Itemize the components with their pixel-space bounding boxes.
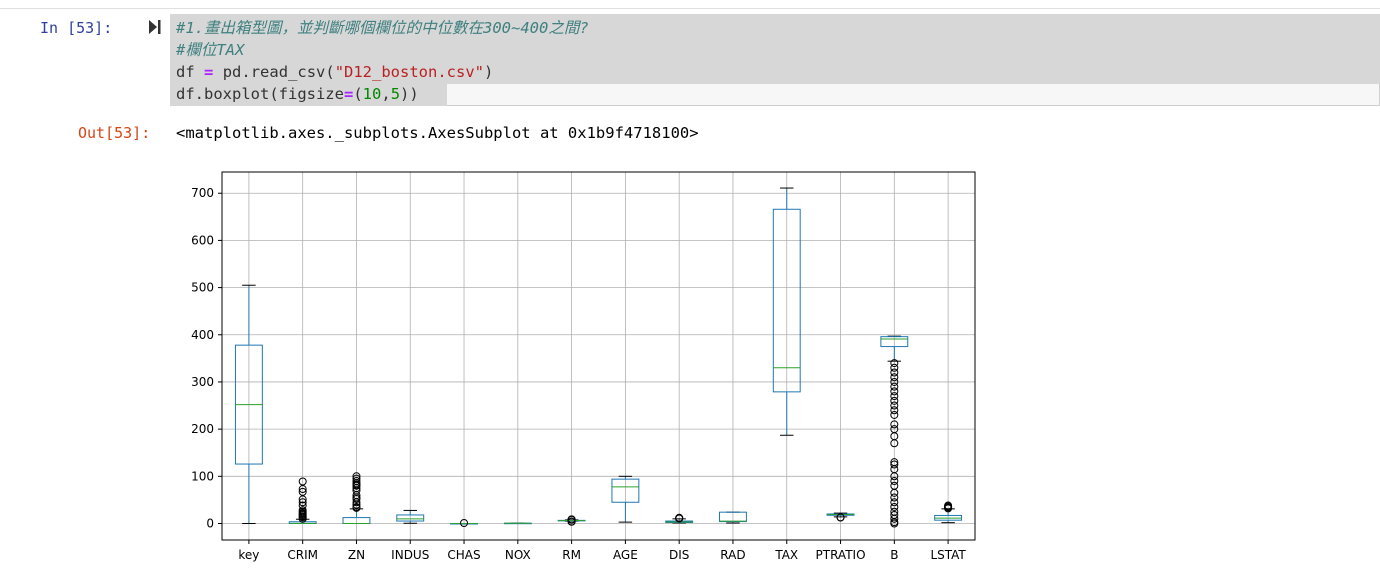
cell-top-border [0, 8, 1380, 9]
x-tick-label: LSTAT [930, 548, 966, 562]
x-tick-label: RAD [720, 548, 745, 562]
code-line-comment-2: #欄位TAX [176, 41, 245, 59]
output-prompt: Out[53]: [78, 124, 151, 142]
y-tick-label: 200 [191, 422, 214, 436]
y-tick-label: 500 [191, 281, 214, 295]
run-cell-icon[interactable] [148, 19, 162, 35]
x-tick-label: AGE [613, 548, 638, 562]
y-tick-label: 0 [206, 516, 214, 530]
x-tick-label: NOX [505, 548, 531, 562]
output-text: <matplotlib.axes._subplots.AxesSubplot a… [176, 124, 699, 142]
x-tick-label: CHAS [447, 548, 480, 562]
y-tick-label: 100 [191, 469, 214, 483]
x-tick-label: B [890, 548, 898, 562]
x-tick-label: TAX [774, 548, 798, 562]
y-tick-label: 700 [191, 186, 214, 200]
y-tick-label: 400 [191, 328, 214, 342]
code-line-boxplot: df.boxplot(figsize=(10,5)) [176, 85, 419, 103]
x-tick-label: DIS [669, 548, 689, 562]
x-tick-label: PTRATIO [816, 548, 866, 562]
x-tick-label: INDUS [391, 548, 429, 562]
y-tick-label: 300 [191, 375, 214, 389]
x-tick-label: CRIM [287, 548, 318, 562]
x-tick-label: ZN [348, 548, 365, 562]
code-line-read-csv: df = pd.read_csv("D12_boston.csv") [176, 63, 494, 81]
input-prompt: In [53]: [40, 19, 113, 37]
y-tick-label: 600 [191, 233, 214, 247]
x-tick-label: RM [562, 548, 581, 562]
boxplot-chart: 0 100 200 300 400 500 600 700 key CRIM ZN INDUS CHAS… [191, 171, 976, 562]
code-line-comment-1: #1.畫出箱型圖，並判斷哪個欄位的中位數在300~400之間? [176, 19, 589, 37]
x-tick-label: key [238, 548, 259, 562]
axes-frame [221, 171, 976, 541]
